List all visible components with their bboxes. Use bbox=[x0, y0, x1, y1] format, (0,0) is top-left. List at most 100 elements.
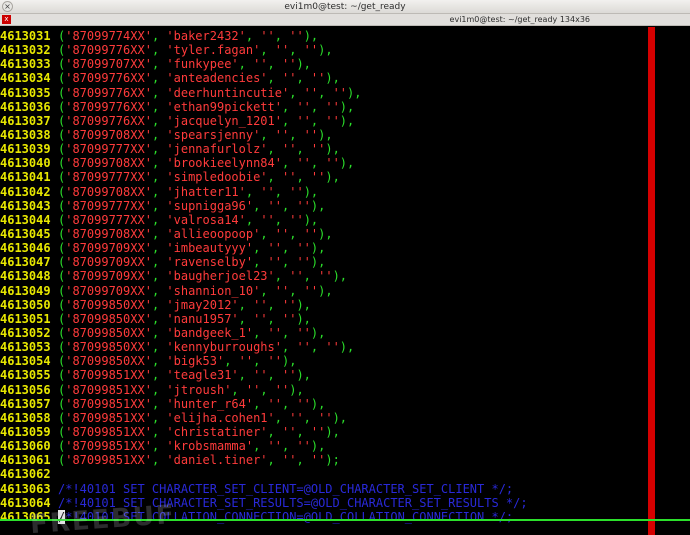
empty-value: '' bbox=[310, 424, 326, 439]
empty-value: '' bbox=[274, 127, 290, 142]
tab-title[interactable]: evi1m0@test: ~/get_ready 134x36 bbox=[450, 14, 590, 25]
line-number: 4613061 bbox=[0, 453, 51, 468]
empty-value: '' bbox=[303, 226, 319, 241]
username-value: 'allieoopoop' bbox=[166, 226, 261, 241]
empty-value: '' bbox=[296, 241, 311, 256]
phone-value: '87099851XX' bbox=[65, 439, 152, 454]
tab-close-icon[interactable]: x bbox=[4, 15, 8, 23]
empty-value: '' bbox=[245, 382, 261, 397]
phone-value: '87099851XX' bbox=[65, 424, 152, 439]
code-line: 4613040 ('87099708XX', 'brookieelynn84', … bbox=[0, 156, 355, 171]
tab-close-button[interactable]: x bbox=[2, 15, 11, 24]
username-value: 'christatiner' bbox=[166, 424, 268, 439]
username-value: 'funkypee' bbox=[166, 57, 239, 72]
cursor-line-underline bbox=[0, 519, 690, 521]
comment-line: 4613063 /*!40101 SET CHARACTER_SET_CLIENT… bbox=[0, 482, 690, 496]
username-value: 'krobsmamma' bbox=[166, 439, 254, 454]
empty-value: '' bbox=[260, 184, 275, 199]
line-number: 4613051 bbox=[0, 311, 51, 326]
sql-comment: /*!40101 SET CHARACTER_SET_CLIENT=@OLD_C… bbox=[58, 481, 514, 496]
row-terminator: ), bbox=[325, 424, 340, 439]
comment-line: 4613065/*!40101 SET COLLATION_CONNECTION… bbox=[0, 509, 690, 524]
line-number: 4613033 bbox=[0, 57, 51, 72]
line-number: 4613049 bbox=[0, 283, 51, 298]
empty-value: '' bbox=[282, 142, 297, 157]
code-line: 4613053 ('87099850XX', 'kennyburroughs', … bbox=[0, 340, 355, 355]
code-line: 4613055 ('87099851XX', 'teagle31', '', ''… bbox=[0, 368, 311, 383]
code-line: 4613042 ('87099708XX', 'jhatter11', '', '… bbox=[0, 184, 319, 199]
line-number: 4613064 bbox=[0, 495, 51, 510]
username-value: 'imbeautyyy' bbox=[166, 241, 254, 256]
code-line: 4613061 ('87099851XX', 'daniel.tiner', ''… bbox=[0, 453, 340, 468]
line-number: 4613037 bbox=[0, 113, 51, 128]
code-line: 4613058 ('87099851XX', 'elijha.cohen1', '… bbox=[0, 410, 348, 425]
phone-value: '87099850XX' bbox=[65, 297, 152, 312]
code-line: 4613033 ('87099707XX', 'funkypee', '', ''… bbox=[0, 57, 311, 72]
username-value: 'ethan99pickett' bbox=[166, 99, 282, 114]
username-value: 'bandgeek_1' bbox=[166, 325, 254, 340]
terminal-content[interactable]: 4613031 ('87099774XX', 'baker2432', '', '… bbox=[0, 27, 690, 535]
username-value: 'baker2432' bbox=[166, 29, 246, 43]
line-number: 4613048 bbox=[0, 269, 51, 284]
code-line: 4613039 ('87099777XX', 'jennafurlolz', ''… bbox=[0, 142, 340, 157]
line-number: 4613058 bbox=[0, 410, 51, 425]
line-number: 4613059 bbox=[0, 424, 51, 439]
code-line: 4613060 ('87099851XX', 'krobsmamma', '', … bbox=[0, 439, 326, 454]
phone-value: '87099708XX' bbox=[65, 127, 152, 142]
window-title: evi1m0@test: ~/get_ready bbox=[284, 2, 406, 12]
tab-bar: x evi1m0@test: ~/get_ready 134x36 bbox=[0, 14, 690, 26]
code-line: 4613047 ('87099709XX', 'ravenselby', '', … bbox=[0, 255, 326, 270]
line-number: 4613039 bbox=[0, 142, 51, 157]
line-number: 4613056 bbox=[0, 382, 51, 397]
username-value: 'jmay2012' bbox=[166, 297, 239, 312]
phone-value: '87099851XX' bbox=[65, 396, 152, 411]
empty-value: '' bbox=[318, 269, 333, 284]
username-value: 'daniel.tiner' bbox=[166, 453, 268, 468]
row-terminator: ), bbox=[325, 142, 340, 157]
empty-value: '' bbox=[310, 142, 326, 157]
row-terminator: ), bbox=[310, 396, 326, 411]
empty-value: '' bbox=[296, 156, 311, 171]
empty-value: '' bbox=[253, 297, 268, 312]
phone-value: '87099709XX' bbox=[65, 283, 152, 298]
username-value: 'tyler.fagan' bbox=[166, 43, 261, 58]
row-terminator: ), bbox=[325, 71, 340, 86]
phone-value: '87099777XX' bbox=[65, 198, 152, 213]
empty-value: '' bbox=[296, 396, 311, 411]
comment-line: 4613064 /*!40101 SET CHARACTER_SET_RESULT… bbox=[0, 496, 690, 510]
row-terminator: ), bbox=[303, 184, 319, 199]
line-number: 4613036 bbox=[0, 99, 51, 114]
line-number: 4613031 bbox=[0, 29, 51, 43]
phone-value: '87099851XX' bbox=[65, 410, 152, 425]
empty-value: '' bbox=[267, 354, 282, 369]
empty-value: '' bbox=[303, 43, 319, 58]
empty-value: '' bbox=[296, 439, 311, 454]
phone-value: '87099851XX' bbox=[65, 453, 152, 468]
line-number: 4613050 bbox=[0, 297, 51, 312]
code-line: 4613057 ('87099851XX', 'hunter_r64', '', … bbox=[0, 396, 326, 411]
empty-value: '' bbox=[267, 325, 282, 340]
username-value: 'spearsjenny' bbox=[166, 127, 261, 142]
empty-value: '' bbox=[289, 269, 304, 284]
code-line: 4613046 ('87099709XX', 'imbeautyyy', '', … bbox=[0, 241, 326, 256]
row-terminator: ), bbox=[339, 99, 355, 114]
line-number: 4613041 bbox=[0, 170, 51, 185]
title-bar[interactable]: × evi1m0@test: ~/get_ready bbox=[0, 0, 690, 14]
sql-comment: /*!40101 SET CHARACTER_SET_RESULTS=@OLD_… bbox=[58, 495, 528, 510]
phone-value: '87099776XX' bbox=[65, 99, 152, 114]
username-value: 'bigk53' bbox=[166, 354, 225, 369]
username-value: 'simpledoobie' bbox=[166, 170, 268, 185]
row-terminator: ), bbox=[296, 311, 311, 326]
phone-value: '87099777XX' bbox=[65, 212, 152, 227]
code-line: 4613043 ('87099777XX', 'supnigga96', '', … bbox=[0, 198, 326, 213]
row-terminator: ), bbox=[318, 226, 333, 241]
row-terminator: ), bbox=[325, 170, 340, 185]
code-line: 4613036 ('87099776XX', 'ethan99pickett', … bbox=[0, 99, 355, 114]
username-value: 'shannion_10' bbox=[166, 283, 261, 298]
row-terminator: ), bbox=[318, 127, 333, 142]
row-terminator: ), bbox=[310, 325, 326, 340]
row-terminator: ), bbox=[310, 241, 326, 256]
username-value: 'brookieelynn84' bbox=[166, 156, 282, 171]
phone-value: '87099851XX' bbox=[65, 382, 152, 397]
empty-value: '' bbox=[253, 311, 268, 326]
